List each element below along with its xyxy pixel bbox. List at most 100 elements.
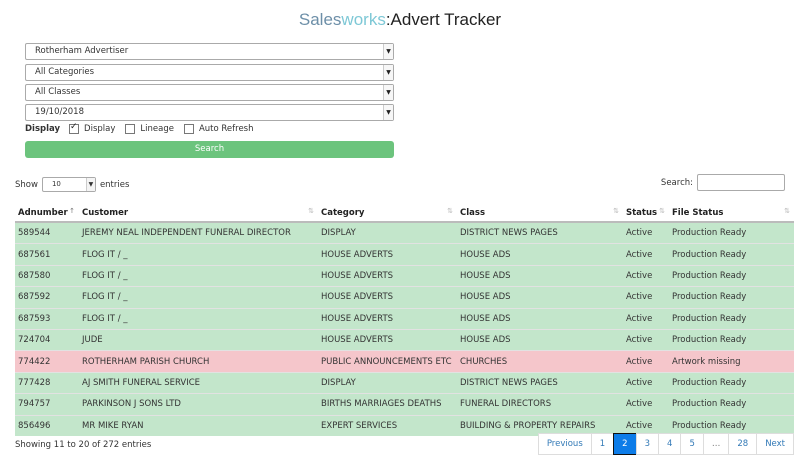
page-28-button[interactable]: 28 [728, 433, 758, 455]
column-header-label: Class [460, 207, 486, 218]
chevron-down-icon: ▼ [383, 44, 393, 59]
next-page-button[interactable]: Next [756, 433, 794, 455]
cell-file-status: Production Ready [669, 243, 794, 266]
pagination: Previous 1 2 3 4 5… 28 Next [537, 433, 794, 455]
column-header-class[interactable]: Class ⇅ [457, 204, 623, 223]
column-header-file-status[interactable]: File Status ⇅ [669, 204, 794, 223]
cell-adnumber: 687561 [15, 243, 79, 266]
cell-file-status: Production Ready [669, 393, 794, 416]
cell-status: Active [623, 243, 669, 266]
cell-customer: MR MIKE RYAN [79, 414, 318, 436]
page-5-button[interactable]: 5 [680, 433, 704, 455]
search-label: Search: [660, 177, 693, 188]
table-row[interactable]: 687580 FLOG IT / _ HOUSE ADVERTS HOUSE ADS A… [15, 264, 794, 287]
table-info: Showing 11 to 20 of 272 entries [15, 440, 152, 450]
table-row[interactable]: 774422 ROTHERHAM PARISH CHURCH PUBLIC ANNO… [15, 350, 794, 373]
option-lineage[interactable]: Lineage [125, 124, 174, 134]
search-button[interactable]: Search [25, 141, 394, 158]
page-1-button[interactable]: 1 [590, 433, 615, 455]
cell-file-status: Artwork missing [669, 350, 794, 373]
date-select-value: 19/10/2018 [35, 107, 84, 117]
option-auto-refresh-label: Auto Refresh [198, 124, 254, 134]
page-title: Salesworks:Advert Tracker [0, 10, 800, 30]
class-select[interactable]: All Classes ▼ [25, 84, 394, 101]
adverts-table: Adnumber ↑ Customer ⇅ Category ⇅ Class ⇅ Sta… [15, 204, 794, 436]
table-row[interactable]: 794757 PARKINSON J SONS LTD BIRTHS MARRIAG… [15, 393, 794, 416]
column-header-label: Adnumber [18, 207, 68, 218]
title-brand-works: works [341, 10, 386, 29]
category-select-value: All Categories [35, 67, 95, 77]
cell-customer: FLOG IT / _ [79, 286, 318, 309]
cell-customer: FLOG IT / _ [79, 264, 318, 287]
cell-adnumber: 687580 [15, 264, 79, 287]
cell-status: Active [623, 371, 669, 394]
cell-customer: FLOG IT / _ [79, 243, 318, 266]
checkbox-display[interactable] [69, 122, 80, 134]
sort-icon: ⇅ [659, 207, 665, 215]
cell-customer: AJ SMITH FUNERAL SERVICE [79, 371, 318, 394]
cell-class: HOUSE ADS [457, 243, 623, 266]
cell-category: HOUSE ADVERTS [318, 307, 457, 330]
cell-file-status: Production Ready [669, 371, 794, 394]
cell-status: Active [623, 221, 669, 244]
cell-adnumber: 777428 [15, 371, 79, 394]
cell-category: HOUSE ADVERTS [318, 328, 457, 351]
option-display[interactable]: Display [69, 122, 116, 134]
cell-category: HOUSE ADVERTS [318, 243, 457, 266]
cell-category: DISPLAY [318, 371, 457, 394]
checkbox-auto-refresh[interactable] [183, 124, 194, 134]
cell-category: EXPERT SERVICES [318, 414, 457, 436]
entries-length-control: Show 10 ▼ entries [15, 177, 129, 192]
cell-adnumber: 687592 [15, 286, 79, 309]
cell-adnumber: 589544 [15, 221, 79, 244]
sort-icon: ⇅ [784, 207, 790, 215]
column-header-status[interactable]: Status ⇅ [623, 204, 669, 223]
cell-category: PUBLIC ANNOUNCEMENTS ETC [318, 350, 457, 373]
search-input[interactable] [697, 174, 785, 191]
cell-adnumber: 687593 [15, 307, 79, 330]
cell-file-status: Production Ready [669, 286, 794, 309]
cell-status: Active [623, 350, 669, 373]
previous-page-button[interactable]: Previous [537, 433, 592, 455]
table-row[interactable]: 687592 FLOG IT / _ HOUSE ADVERTS HOUSE ADS A… [15, 286, 794, 309]
date-select[interactable]: 19/10/2018 ▼ [25, 104, 394, 121]
table-row[interactable]: 687593 FLOG IT / _ HOUSE ADVERTS HOUSE ADS A… [15, 307, 794, 330]
cell-adnumber: 856496 [15, 414, 79, 436]
cell-status: Active [623, 393, 669, 416]
option-auto-refresh[interactable]: Auto Refresh [183, 124, 254, 134]
cell-class: FUNERAL DIRECTORS [457, 393, 623, 416]
category-select[interactable]: All Categories ▼ [25, 64, 394, 81]
entries-select[interactable]: 10 ▼ [41, 177, 96, 192]
cell-customer: JEREMY NEAL INDEPENDENT FUNERAL DIRECTOR [79, 221, 318, 244]
class-select-value: All Classes [35, 87, 81, 97]
column-header-customer[interactable]: Customer ⇅ [79, 204, 318, 223]
cell-class: HOUSE ADS [457, 264, 623, 287]
option-lineage-label: Lineage [140, 124, 174, 134]
publication-select[interactable]: Rotherham Advertiser ▼ [25, 43, 394, 60]
table-row[interactable]: 687561 FLOG IT / _ HOUSE ADVERTS HOUSE ADS A… [15, 243, 794, 266]
column-header-category[interactable]: Category ⇅ [318, 204, 457, 223]
table-row[interactable]: 589544 JEREMY NEAL INDEPENDENT FUNERAL DI… [15, 221, 794, 244]
cell-file-status: Production Ready [669, 307, 794, 330]
column-header-label: Customer [82, 207, 129, 218]
page-4-button[interactable]: 4 [658, 433, 682, 455]
cell-category: HOUSE ADVERTS [318, 264, 457, 287]
entries-select-value: 10 [51, 180, 61, 188]
table-header-row: Adnumber ↑ Customer ⇅ Category ⇅ Class ⇅ Sta… [15, 204, 794, 223]
table-row[interactable]: 724704 JUDE HOUSE ADVERTS HOUSE ADS Active Pr… [15, 328, 794, 351]
cell-customer: ROTHERHAM PARISH CHURCH [79, 350, 318, 373]
display-options: Display Display Lineage Auto Refresh [25, 122, 264, 134]
page-3-button[interactable]: 3 [635, 433, 660, 455]
checkbox-lineage[interactable] [125, 124, 136, 134]
option-display-label: Display [84, 124, 116, 134]
page-2-button[interactable]: 2 [613, 433, 637, 455]
cell-adnumber: 794757 [15, 393, 79, 416]
sort-icon: ⇅ [613, 207, 619, 215]
title-app-name: :Advert Tracker [385, 10, 502, 29]
cell-customer: FLOG IT / _ [79, 307, 318, 330]
show-label: Show [15, 179, 38, 190]
table-row[interactable]: 777428 AJ SMITH FUNERAL SERVICE DISPLAY DIS… [15, 371, 794, 394]
cell-category: DISPLAY [318, 221, 457, 244]
column-header-adnumber[interactable]: Adnumber ↑ [15, 204, 79, 223]
column-header-label: File Status [672, 207, 724, 218]
